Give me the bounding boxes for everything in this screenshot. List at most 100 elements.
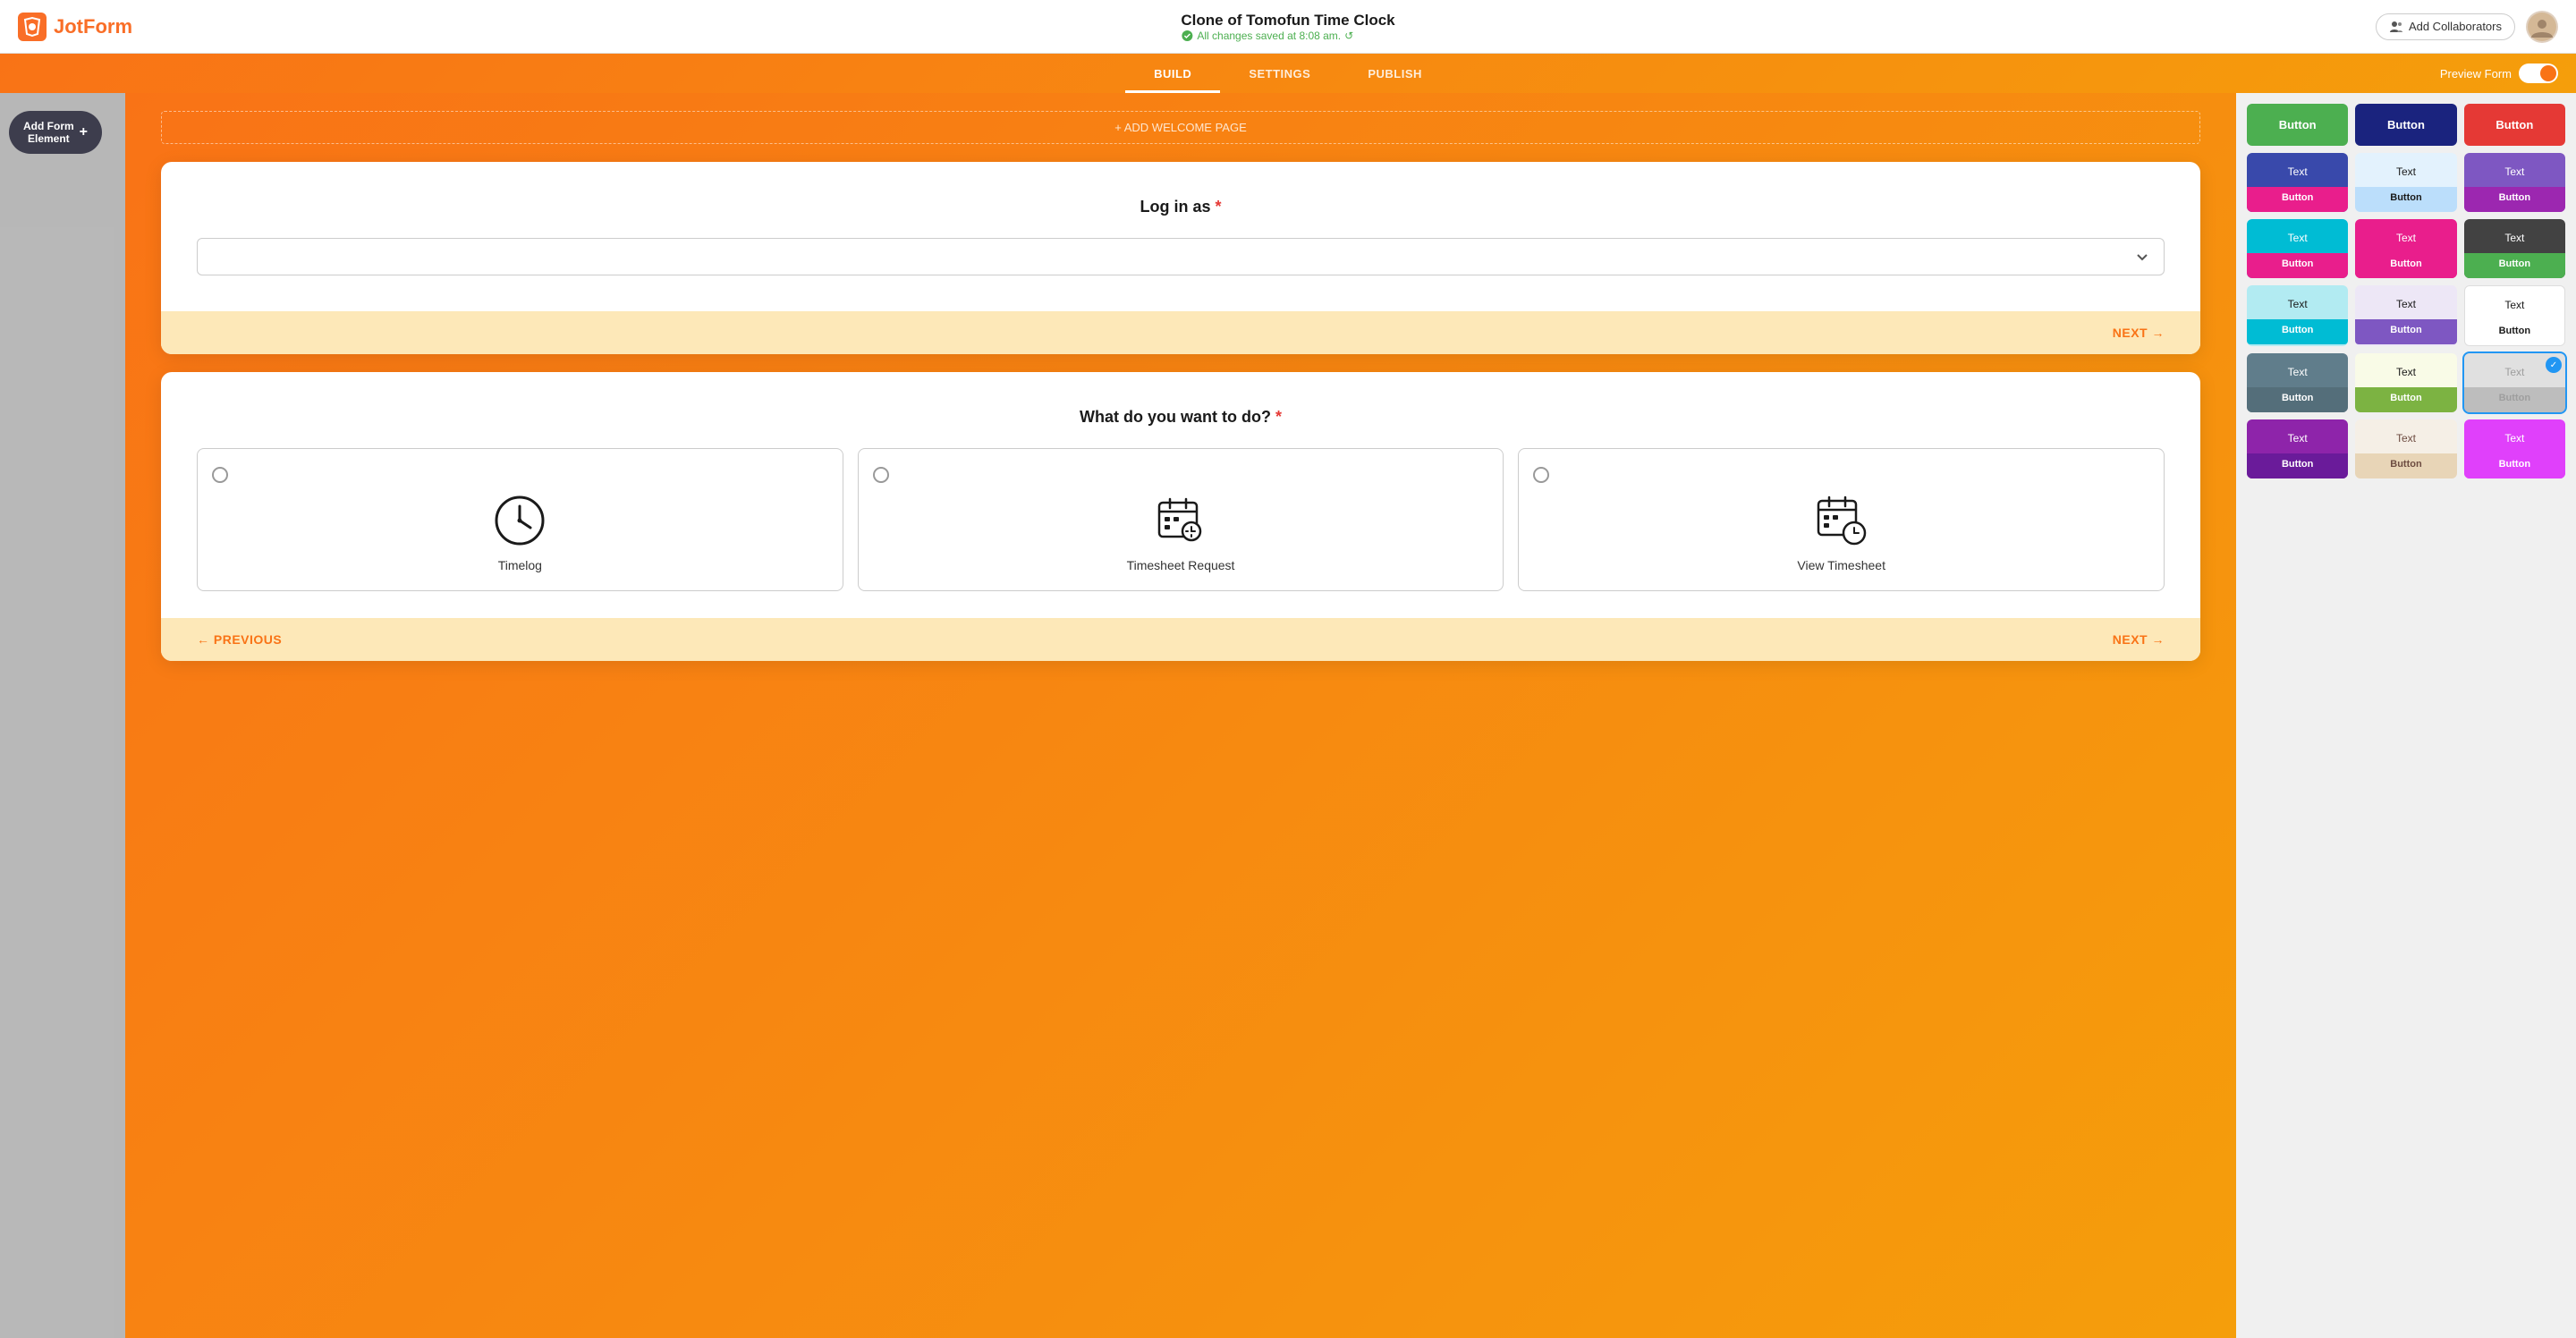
- form-card-body-1: Log in as *: [161, 162, 2200, 275]
- tab-settings[interactable]: SETTINGS: [1220, 54, 1339, 93]
- btn-cell-button-2: Button: [2464, 187, 2565, 212]
- top-header: JotForm Clone of Tomofun Time Clock All …: [0, 0, 2576, 54]
- form-card-login: Log in as * NEXT →: [161, 162, 2200, 354]
- save-status: All changes saved at 8:08 am. ↺: [1181, 30, 1394, 42]
- jotform-logo-icon: [18, 13, 47, 41]
- login-dropdown[interactable]: [197, 238, 2165, 275]
- plus-icon: +: [80, 124, 88, 140]
- button-style-cell-7[interactable]: Text Button: [2355, 285, 2456, 346]
- add-element-label: Add Form Element: [23, 120, 74, 145]
- radio-dot-timelog: [212, 467, 228, 483]
- btn-cell-text-9: Text: [2247, 353, 2348, 384]
- btn-cell-button-12: Button: [2247, 453, 2348, 478]
- button-style-cell-4[interactable]: Text Button: [2355, 219, 2456, 278]
- btn-cell-button-10: Button: [2355, 387, 2456, 412]
- button-style-cell-0[interactable]: TextButton: [2247, 153, 2348, 212]
- button-style-top-2[interactable]: Button: [2464, 104, 2565, 146]
- button-style-cell-2[interactable]: Text Button: [2464, 153, 2565, 212]
- tab-publish[interactable]: PUBLISH: [1339, 54, 1451, 93]
- btn-cell-button-9: Button: [2247, 387, 2348, 412]
- timesheet-request-label: Timesheet Request: [1127, 558, 1235, 572]
- preview-toggle[interactable]: [2519, 64, 2558, 83]
- selected-check-badge: ✓: [2546, 357, 2562, 373]
- btn-cell-text-3: Text: [2247, 219, 2348, 250]
- toggle-knob: [2540, 65, 2556, 81]
- form-card-footer-1: NEXT →: [161, 311, 2200, 354]
- btn-cell-button-7: Button: [2355, 319, 2456, 344]
- btn-cell-text-8: Text: [2465, 286, 2564, 317]
- right-panel: ButtonButtonButtonTextButtonTextButtonTe…: [2236, 93, 2576, 1338]
- button-style-cell-13[interactable]: Text Button: [2355, 419, 2456, 478]
- btn-cell-button-11: Button: [2464, 387, 2565, 412]
- collaborators-icon: [2389, 20, 2403, 34]
- main-layout: Add Form Element + + ADD WELCOME PAGE Lo…: [0, 93, 2576, 1338]
- required-star-2: *: [1271, 408, 1282, 426]
- button-style-cell-6[interactable]: Text Button: [2247, 285, 2348, 346]
- btn-cell-text-4: Text: [2355, 219, 2456, 250]
- action-field-label: What do you want to do? *: [197, 408, 2165, 427]
- radio-option-timelog[interactable]: Timelog: [197, 448, 843, 591]
- logo-text: JotForm: [54, 15, 132, 38]
- nav-tabs: BUILD SETTINGS PUBLISH Preview Form: [0, 54, 2576, 93]
- button-style-cell-10[interactable]: Text Button: [2355, 353, 2456, 412]
- required-star-1: *: [1211, 198, 1222, 216]
- prev-button[interactable]: ← PREVIOUS: [197, 632, 282, 647]
- login-field-label: Log in as *: [197, 198, 2165, 216]
- btn-cell-button-8: Button: [2465, 320, 2564, 345]
- btn-cell-button-1: Button: [2355, 187, 2456, 212]
- btn-cell-button-0: Button: [2247, 187, 2348, 212]
- preview-form-area: Preview Form: [2440, 64, 2558, 83]
- user-avatar[interactable]: [2526, 11, 2558, 43]
- button-style-cell-3[interactable]: Text Button: [2247, 219, 2348, 278]
- btn-cell-button-5: Button: [2464, 253, 2565, 278]
- btn-cell-text-10: Text: [2355, 353, 2456, 384]
- add-collaborators-button[interactable]: Add Collaborators: [2376, 13, 2515, 40]
- btn-cell-text-1: Text: [2355, 153, 2456, 183]
- button-style-cell-14[interactable]: Text Button: [2464, 419, 2565, 478]
- chevron-down-icon: [2135, 250, 2149, 264]
- btn-cell-text-14: Text: [2464, 419, 2565, 450]
- btn-cell-text-7: Text: [2355, 285, 2456, 316]
- check-icon: [1181, 30, 1193, 42]
- add-form-element-button[interactable]: Add Form Element +: [9, 111, 102, 154]
- button-style-cell-8[interactable]: Text Button: [2464, 285, 2565, 346]
- button-style-cell-5[interactable]: Text Button: [2464, 219, 2565, 278]
- clock-icon: [493, 494, 547, 547]
- btn-cell-text-5: Text: [2464, 219, 2565, 250]
- btn-cell-button-14: Button: [2464, 453, 2565, 478]
- timelog-label: Timelog: [498, 558, 542, 572]
- logo-area: JotForm: [18, 13, 132, 41]
- radio-option-timesheet-request[interactable]: Timesheet Request: [858, 448, 1504, 591]
- button-style-top-1[interactable]: Button: [2355, 104, 2456, 146]
- center-content: + ADD WELCOME PAGE Log in as * NEXT →: [125, 93, 2236, 1338]
- tab-build[interactable]: BUILD: [1125, 54, 1220, 93]
- btn-cell-text-6: Text: [2247, 285, 2348, 316]
- button-style-cell-11[interactable]: ✓TextButton: [2464, 353, 2565, 412]
- page-title: Clone of Tomofun Time Clock: [1181, 12, 1394, 30]
- button-style-cell-1[interactable]: Text Button: [2355, 153, 2456, 212]
- btn-cell-button-4: Button: [2355, 253, 2456, 278]
- view-timesheet-icon: [1815, 494, 1868, 547]
- form-card-footer-2: ← PREVIOUS NEXT →: [161, 618, 2200, 661]
- btn-cell-text-13: Text: [2355, 419, 2456, 450]
- timesheet-request-icon: [1154, 494, 1208, 547]
- btn-cell-button-6: Button: [2247, 319, 2348, 344]
- button-style-cell-9[interactable]: Text Button: [2247, 353, 2348, 412]
- btn-cell-text-2: Text: [2464, 153, 2565, 183]
- header-center: Clone of Tomofun Time Clock All changes …: [1181, 12, 1394, 42]
- radio-option-view-timesheet[interactable]: View Timesheet: [1518, 448, 2165, 591]
- radio-dot-timesheet: [873, 467, 889, 483]
- button-style-cell-12[interactable]: TextButton: [2247, 419, 2348, 478]
- view-timesheet-label: View Timesheet: [1797, 558, 1885, 572]
- next-button-2[interactable]: NEXT →: [2113, 632, 2165, 647]
- radio-dot-view: [1533, 467, 1549, 483]
- button-style-top-0[interactable]: Button: [2247, 104, 2348, 146]
- btn-cell-button-3: Button: [2247, 253, 2348, 278]
- next-button-1[interactable]: NEXT →: [2113, 326, 2165, 340]
- btn-cell-button-13: Button: [2355, 453, 2456, 478]
- left-sidebar: Add Form Element +: [0, 93, 125, 1338]
- form-card-body-2: What do you want to do? * Timelog: [161, 372, 2200, 591]
- form-card-action: What do you want to do? * Timelog: [161, 372, 2200, 661]
- avatar-image: [2528, 13, 2556, 41]
- add-welcome-page[interactable]: + ADD WELCOME PAGE: [161, 111, 2200, 144]
